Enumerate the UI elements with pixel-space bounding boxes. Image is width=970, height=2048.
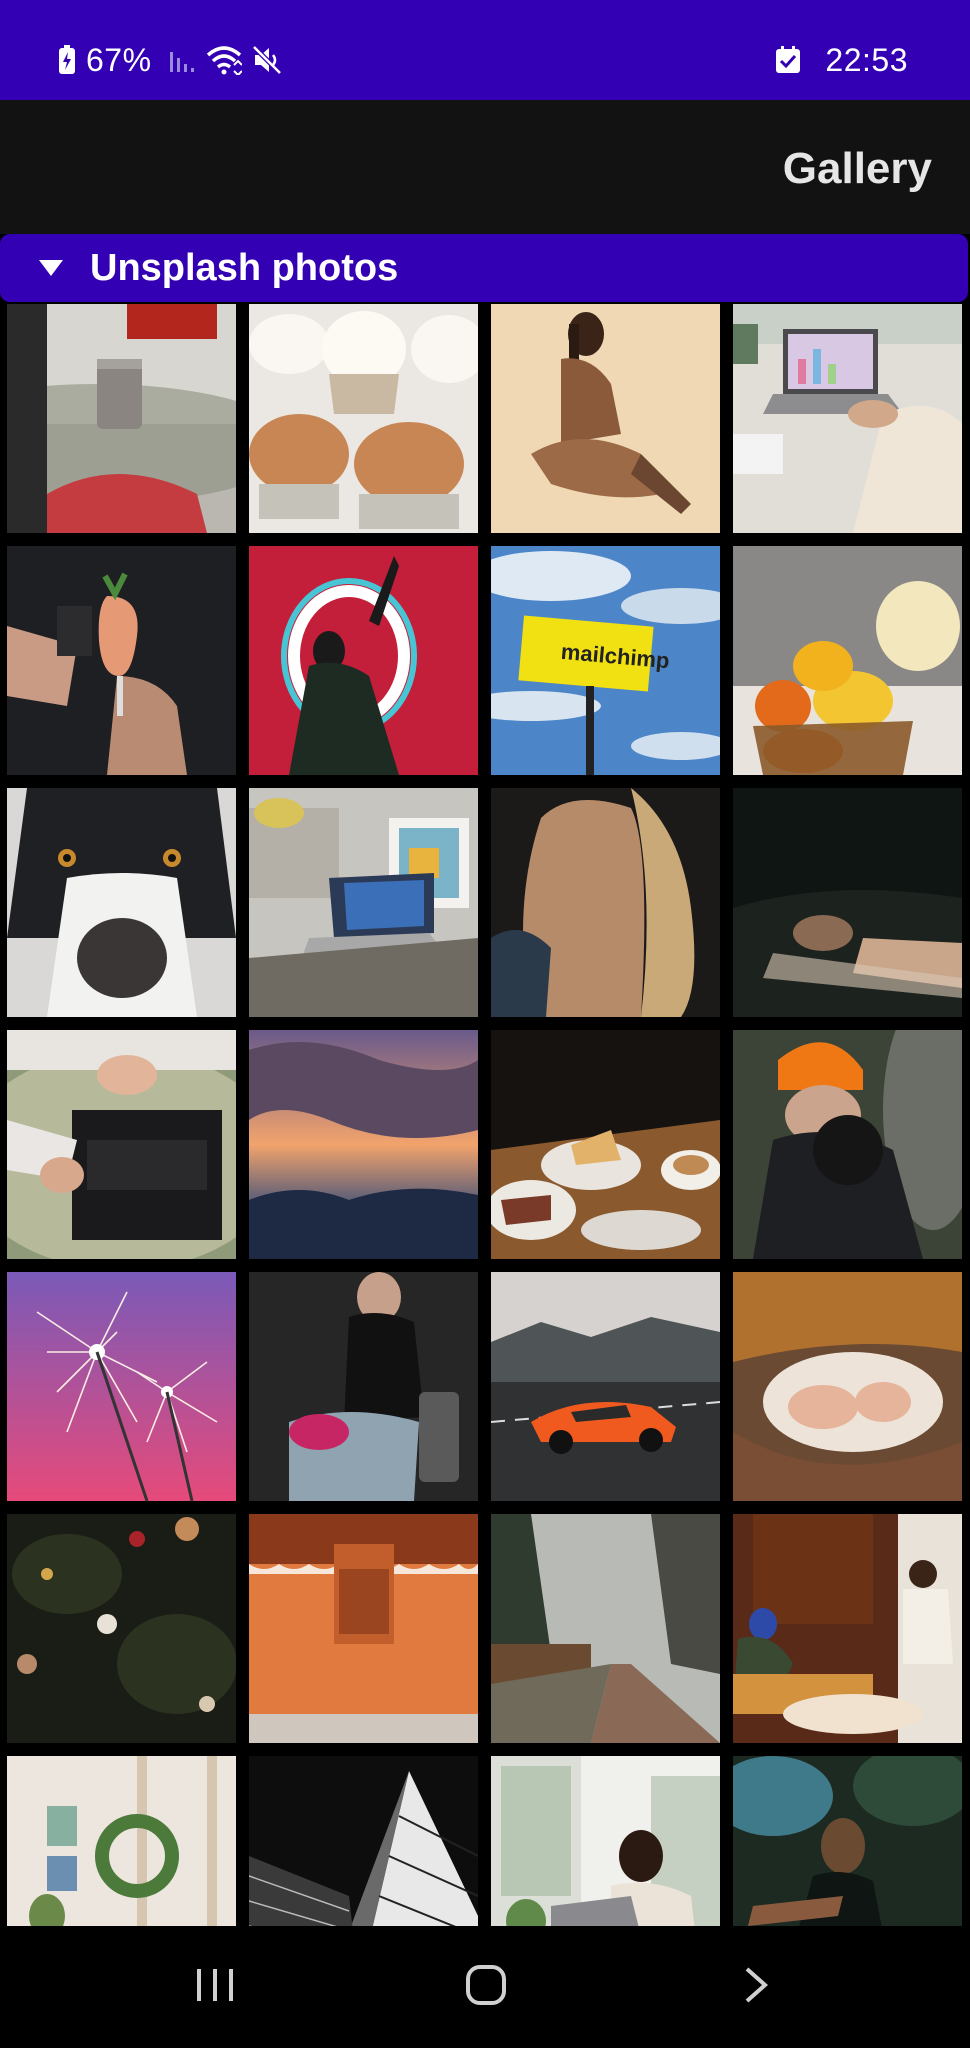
navigation-bar (0, 1926, 970, 2048)
photo-thumbnail[interactable] (733, 1272, 962, 1501)
photo-thumbnail[interactable] (7, 1030, 236, 1259)
photo-thumbnail[interactable] (7, 304, 236, 533)
status-right: 22:53 (775, 40, 908, 80)
photo-thumbnail[interactable]: mailchimp (491, 546, 720, 775)
battery-percent: 67% (86, 42, 152, 78)
photo-thumbnail[interactable] (249, 1756, 478, 1926)
photo-thumbnail[interactable] (733, 1514, 962, 1743)
app-title: Gallery (782, 144, 932, 193)
photo-thumbnail[interactable] (7, 1514, 236, 1743)
photo-thumbnail[interactable] (491, 1030, 720, 1259)
photo-thumbnail[interactable] (249, 1272, 478, 1501)
wifi-icon (206, 45, 242, 75)
photo-thumbnail[interactable] (491, 304, 720, 533)
photo-thumbnail[interactable] (7, 788, 236, 1017)
photo-thumbnail[interactable] (733, 1030, 962, 1259)
photo-thumbnail[interactable] (491, 1272, 720, 1501)
clock-time: 22:53 (825, 42, 908, 78)
photo-thumbnail[interactable] (733, 1756, 962, 1926)
photo-thumbnail[interactable] (491, 788, 720, 1017)
signal-icon (168, 46, 196, 74)
back-icon (743, 1965, 769, 2010)
notification-check-icon (775, 46, 801, 74)
battery-charging-icon (58, 45, 76, 75)
home-button[interactable] (426, 1926, 546, 2048)
photo-thumbnail[interactable] (7, 546, 236, 775)
caret-down-icon (38, 258, 64, 278)
photo-thumbnail[interactable] (249, 788, 478, 1017)
photo-thumbnail[interactable] (249, 1030, 478, 1259)
photo-thumbnail[interactable] (491, 1756, 720, 1926)
app-bar: Gallery (0, 100, 970, 234)
photo-thumbnail[interactable] (249, 304, 478, 533)
recent-apps-button[interactable] (155, 1926, 275, 2048)
photo-thumbnail[interactable] (249, 1514, 478, 1743)
status-left: 67% (58, 40, 282, 80)
photo-grid: mailchimp (7, 304, 963, 1926)
photo-thumbnail[interactable] (249, 546, 478, 775)
home-icon (465, 1964, 507, 2011)
photo-thumbnail[interactable] (733, 788, 962, 1017)
photo-thumbnail[interactable] (733, 304, 962, 533)
recent-apps-icon (195, 1967, 235, 2008)
mute-icon (251, 45, 282, 75)
photo-thumbnail[interactable] (491, 1514, 720, 1743)
back-button[interactable] (696, 1926, 816, 2048)
photo-thumbnail[interactable] (7, 1272, 236, 1501)
section-header-unsplash[interactable]: Unsplash photos (0, 234, 968, 302)
photo-thumbnail[interactable] (7, 1756, 236, 1926)
status-bar: 67% 22:53 (0, 0, 970, 100)
photo-thumbnail[interactable] (733, 546, 962, 775)
section-title: Unsplash photos (90, 246, 399, 289)
